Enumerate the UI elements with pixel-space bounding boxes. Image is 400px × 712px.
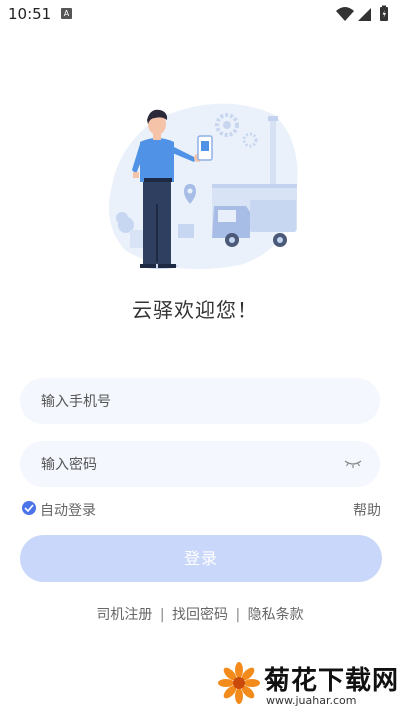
system-icons [336,5,388,21]
phone-placeholder: 输入手机号 [41,394,111,410]
flower-logo-icon [218,662,260,704]
status-time: 10:51 [8,5,52,23]
notification-icon: A [61,8,72,19]
separator: | [159,607,165,623]
help-link[interactable]: 帮助 [353,500,381,520]
watermark: 菊花下载网 www.juahar.com [216,660,400,710]
signal-icon [358,8,371,21]
login-button[interactable]: 登录 [20,535,382,582]
recover-password-link[interactable]: 找回密码 [172,607,228,623]
watermark-title: 菊花下载网 [264,666,400,696]
watermark-url: www.juahar.com [266,694,357,707]
privacy-link[interactable]: 隐私条款 [248,607,304,623]
hero-illustration [108,103,298,270]
auto-login-label: 自动登录 [40,503,96,519]
separator: | [235,607,241,623]
footer-links: 司机注册 | 找回密码 | 隐私条款 [0,604,400,624]
register-link[interactable]: 司机注册 [96,607,152,623]
welcome-title: 云驿欢迎您！ [132,298,258,322]
password-field[interactable]: 输入密码 [20,441,380,487]
eye-closed-icon[interactable] [344,457,362,469]
wifi-icon [336,7,354,21]
phone-field[interactable]: 输入手机号 [20,378,380,424]
password-placeholder: 输入密码 [41,457,97,473]
status-bar: 10:51 A [0,0,400,28]
checkmark-icon[interactable] [22,501,36,515]
